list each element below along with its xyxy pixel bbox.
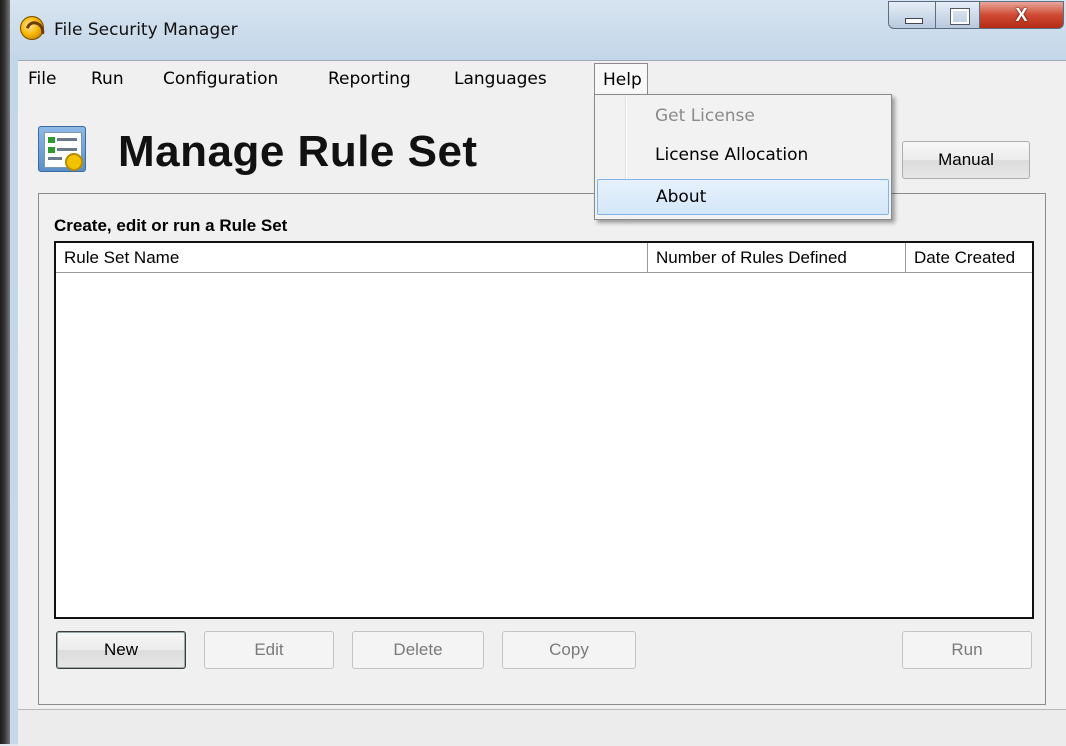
copy-button[interactable]: Copy [502, 631, 636, 669]
menu-bar: File Run Configuration Reporting Languag… [18, 61, 1066, 95]
menu-languages[interactable]: Languages [454, 69, 547, 89]
rule-set-icon [38, 126, 86, 172]
rule-set-icon-line [57, 148, 77, 151]
page-title: Manage Rule Set [118, 127, 478, 176]
app-window: File Security Manager X File Run Configu… [10, 0, 1066, 746]
minimize-button[interactable] [888, 1, 936, 29]
window-controls: X [888, 1, 1064, 31]
rule-set-icon-mark [48, 137, 55, 143]
status-bar [18, 709, 1066, 746]
menu-configuration[interactable]: Configuration [163, 69, 278, 89]
column-header-number-of-rules[interactable]: Number of Rules Defined [648, 243, 906, 273]
menu-item-license-allocation[interactable]: License Allocation [597, 138, 889, 174]
help-dropdown-menu: Get License License Allocation About [594, 94, 892, 220]
column-header-rule-set-name[interactable]: Rule Set Name [56, 243, 648, 273]
group-title: Create, edit or run a Rule Set [54, 216, 288, 235]
menu-item-about[interactable]: About [597, 179, 889, 215]
new-button[interactable]: New [56, 631, 186, 669]
rule-set-icon-line [48, 157, 62, 160]
rule-set-icon-mark [48, 147, 55, 153]
window-title: File Security Manager [54, 20, 238, 40]
maximize-button[interactable] [936, 1, 980, 29]
menu-reporting[interactable]: Reporting [328, 69, 411, 89]
rule-set-icon-line [57, 138, 77, 141]
minimize-icon [905, 18, 923, 24]
menu-run[interactable]: Run [91, 69, 124, 89]
menu-file[interactable]: File [28, 69, 56, 89]
maximize-icon [950, 8, 970, 25]
client-area: File Run Configuration Reporting Languag… [18, 60, 1066, 746]
menu-item-get-license[interactable]: Get License [597, 99, 889, 135]
close-button[interactable]: X [980, 1, 1064, 29]
title-bar[interactable]: File Security Manager X [10, 0, 1066, 60]
close-icon: X [1015, 5, 1028, 25]
app-logo-icon[interactable] [20, 16, 44, 40]
edit-button[interactable]: Edit [204, 631, 334, 669]
delete-button[interactable]: Delete [352, 631, 484, 669]
rule-set-icon-gear [65, 153, 83, 171]
manual-button[interactable]: Manual [902, 141, 1030, 179]
rule-set-list[interactable]: Rule Set Name Number of Rules Defined Da… [54, 241, 1034, 619]
column-header-date-created[interactable]: Date Created [906, 243, 1032, 273]
menu-help[interactable]: Help [594, 63, 648, 95]
run-button[interactable]: Run [902, 631, 1032, 669]
